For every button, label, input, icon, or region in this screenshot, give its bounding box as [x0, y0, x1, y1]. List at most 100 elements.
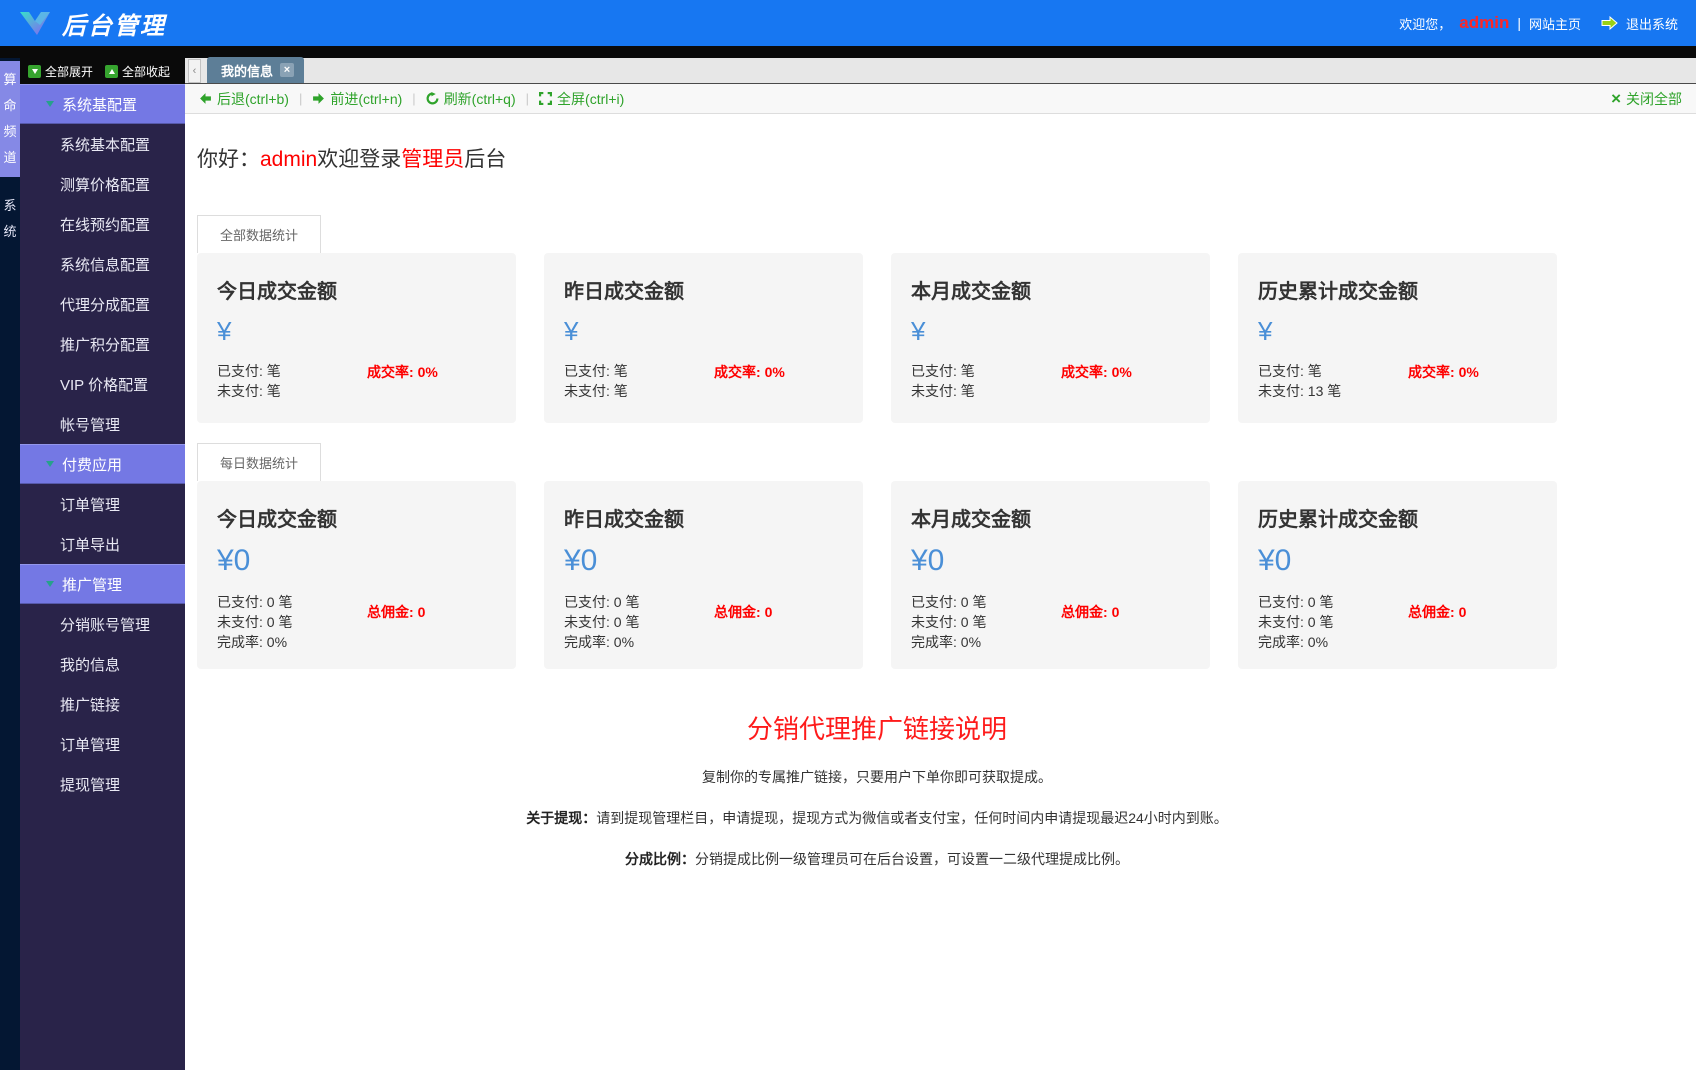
sidebar-group-paid-apps[interactable]: 付费应用	[20, 444, 185, 484]
unpaid-count: 未支付: 0 笔	[1258, 612, 1408, 632]
stat-card-today-daily: 今日成交金额 ¥0 已支付: 0 笔 未支付: 0 笔 完成率: 0% 总佣金:…	[197, 481, 516, 669]
stat-card-history: 历史累计成交金额 ¥ 已支付: 笔 未支付: 13 笔 成交率: 0%	[1238, 253, 1557, 423]
paid-count: 已支付: 0 笔	[217, 592, 367, 612]
sidebar-group-promotion[interactable]: 推广管理	[20, 564, 185, 604]
deal-rate: 成交率: 0%	[714, 361, 785, 401]
welcome-username: admin	[260, 148, 317, 171]
amount-value: ¥0	[217, 544, 496, 578]
sidebar-item-price-calc-config[interactable]: 测算价格配置	[20, 164, 185, 204]
expand-all-button[interactable]: 全部展开	[28, 63, 93, 80]
paid-count: 已支付: 0 笔	[564, 592, 714, 612]
amount-value: ¥	[911, 316, 1190, 347]
stats-cards-row: 今日成交金额 ¥0 已支付: 0 笔 未支付: 0 笔 完成率: 0% 总佣金:…	[197, 481, 1684, 669]
tab-my-info[interactable]: 我的信息 ×	[207, 57, 304, 83]
total-commission: 总佣金: 0	[1061, 592, 1119, 652]
promo-line-withdraw: 关于提现：请到提现管理栏目，申请提现，提现方式为微信或者支付宝，任何时间内申请提…	[197, 808, 1557, 828]
paid-count: 已支付: 笔	[217, 361, 367, 381]
tab-all-data-stats[interactable]: 全部数据统计	[197, 215, 321, 253]
forward-button[interactable]: 前进(ctrl+n)	[312, 89, 402, 109]
rail-tab-system[interactable]: 系统	[0, 187, 20, 251]
sidebar-group-system-config[interactable]: 系统基配置	[20, 84, 185, 124]
rail-tab-fortune-channel[interactable]: 算命频道	[0, 61, 20, 177]
stat-card-month-daily: 本月成交金额 ¥0 已支付: 0 笔 未支付: 0 笔 完成率: 0% 总佣金:…	[891, 481, 1210, 669]
sidebar-item-system-basic-config[interactable]: 系统基本配置	[20, 124, 185, 164]
sidebar-item-online-booking-config[interactable]: 在线预约配置	[20, 204, 185, 244]
welcome-role: 管理员	[401, 148, 464, 171]
chevron-down-icon	[46, 581, 54, 587]
tab-daily-data-stats[interactable]: 每日数据统计	[197, 443, 321, 481]
amount-value: ¥0	[1258, 544, 1537, 578]
stat-card-history-daily: 历史累计成交金额 ¥0 已支付: 0 笔 未支付: 0 笔 完成率: 0% 总佣…	[1238, 481, 1557, 669]
logo-icon	[18, 8, 52, 38]
sidebar-item-account-management[interactable]: 帐号管理	[20, 404, 185, 444]
expand-all-icon	[28, 65, 41, 78]
deal-rate: 成交率: 0%	[367, 361, 438, 401]
amount-value: ¥0	[564, 544, 843, 578]
amount-value: ¥	[564, 316, 843, 347]
promo-line-copy-link: 复制你的专属推广链接，只要用户下单你即可获取提成。	[197, 767, 1557, 787]
collapse-all-icon	[105, 65, 118, 78]
stats-section-all: 全部数据统计 今日成交金额 ¥ 已支付: 笔 未支付: 笔 成交率: 0%	[197, 215, 1684, 423]
unpaid-count: 未支付: 0 笔	[564, 612, 714, 632]
username: admin	[1459, 13, 1509, 33]
chevron-down-icon	[46, 461, 54, 467]
stat-card-today: 今日成交金额 ¥ 已支付: 笔 未支付: 笔 成交率: 0%	[197, 253, 516, 423]
sidebar-item-system-info-config[interactable]: 系统信息配置	[20, 244, 185, 284]
back-button[interactable]: 后退(ctrl+b)	[199, 89, 289, 109]
tab-close-icon[interactable]: ×	[280, 63, 294, 77]
close-all-button[interactable]: × 关闭全部	[1611, 89, 1682, 109]
sidebar-item-withdrawal-management[interactable]: 提现管理	[20, 764, 185, 804]
sidebar-item-distributor-accounts[interactable]: 分销账号管理	[20, 604, 185, 644]
arrow-right-icon	[312, 92, 325, 105]
brand: 后台管理	[18, 6, 166, 41]
unpaid-count: 未支付: 笔	[911, 381, 1061, 401]
page-content: 你好：admin欢迎登录管理员后台 全部数据统计 今日成交金额 ¥ 已支付: 笔…	[185, 143, 1696, 869]
promo-title: 分销代理推广链接说明	[197, 709, 1557, 746]
promo-section: 分销代理推广链接说明 复制你的专属推广链接，只要用户下单你即可获取提成。 关于提…	[197, 709, 1557, 869]
main-area: ‹ 我的信息 × 后退(ctrl+b) | 前进(ctrl+n) |	[185, 58, 1696, 1070]
fullscreen-button[interactable]: 全屏(ctrl+i)	[539, 89, 624, 109]
logout-arrow-icon	[1601, 16, 1618, 30]
tab-scroll-left-button[interactable]: ‹	[188, 59, 201, 83]
sidebar-item-agent-commission-config[interactable]: 代理分成配置	[20, 284, 185, 324]
unpaid-count: 未支付: 13 笔	[1258, 381, 1408, 401]
unpaid-count: 未支付: 0 笔	[911, 612, 1061, 632]
header-divider: |	[1517, 15, 1521, 31]
chevron-down-icon	[46, 101, 54, 107]
deal-rate: 成交率: 0%	[1061, 361, 1132, 401]
total-commission: 总佣金: 0	[1408, 592, 1466, 652]
stats-section-daily: 每日数据统计 今日成交金额 ¥0 已支付: 0 笔 未支付: 0 笔 完成率: …	[197, 443, 1684, 669]
app-title: 后台管理	[62, 6, 166, 41]
app-header: 后台管理 欢迎您， admin | 网站主页 退出系统	[0, 0, 1696, 46]
refresh-button[interactable]: 刷新(ctrl+q)	[426, 89, 516, 109]
amount-value: ¥0	[911, 544, 1190, 578]
left-rail: 算命频道 系统	[0, 58, 20, 1070]
sidebar-menu: 系统基配置 系统基本配置 测算价格配置 在线预约配置 系统信息配置 代理分成配置…	[20, 84, 185, 804]
tab-strip: ‹ 我的信息 ×	[185, 58, 1696, 84]
sidebar-item-vip-price-config[interactable]: VIP 价格配置	[20, 364, 185, 404]
deal-rate: 成交率: 0%	[1408, 361, 1479, 401]
paid-count: 已支付: 0 笔	[1258, 592, 1408, 612]
unpaid-count: 未支付: 笔	[564, 381, 714, 401]
stat-card-yesterday: 昨日成交金额 ¥ 已支付: 笔 未支付: 笔 成交率: 0%	[544, 253, 863, 423]
stats-cards-row: 今日成交金额 ¥ 已支付: 笔 未支付: 笔 成交率: 0% 昨日成交金额	[197, 253, 1684, 423]
logout-link[interactable]: 退出系统	[1626, 14, 1678, 33]
sidebar-item-order-export[interactable]: 订单导出	[20, 524, 185, 564]
completion-rate: 完成率: 0%	[217, 632, 367, 652]
fullscreen-icon	[539, 92, 552, 105]
sidebar-item-promo-links[interactable]: 推广链接	[20, 684, 185, 724]
sidebar-item-my-info[interactable]: 我的信息	[20, 644, 185, 684]
home-link[interactable]: 网站主页	[1529, 14, 1581, 33]
total-commission: 总佣金: 0	[714, 592, 772, 652]
sidebar-item-promo-points-config[interactable]: 推广积分配置	[20, 324, 185, 364]
unpaid-count: 未支付: 0 笔	[217, 612, 367, 632]
collapse-all-button[interactable]: 全部收起	[105, 63, 170, 80]
sidebar-item-order-management-2[interactable]: 订单管理	[20, 724, 185, 764]
stat-card-month: 本月成交金额 ¥ 已支付: 笔 未支付: 笔 成交率: 0%	[891, 253, 1210, 423]
sidebar: 全部展开 全部收起 系统基配置 系统基本配置 测算价格配置 在线预约配置 系统信…	[20, 58, 185, 1070]
total-commission: 总佣金: 0	[367, 592, 425, 652]
welcome-message: 你好：admin欢迎登录管理员后台	[197, 143, 1684, 173]
header-user-area: 欢迎您， admin | 网站主页 退出系统	[1399, 13, 1678, 33]
sidebar-item-order-management[interactable]: 订单管理	[20, 484, 185, 524]
paid-count: 已支付: 笔	[1258, 361, 1408, 381]
